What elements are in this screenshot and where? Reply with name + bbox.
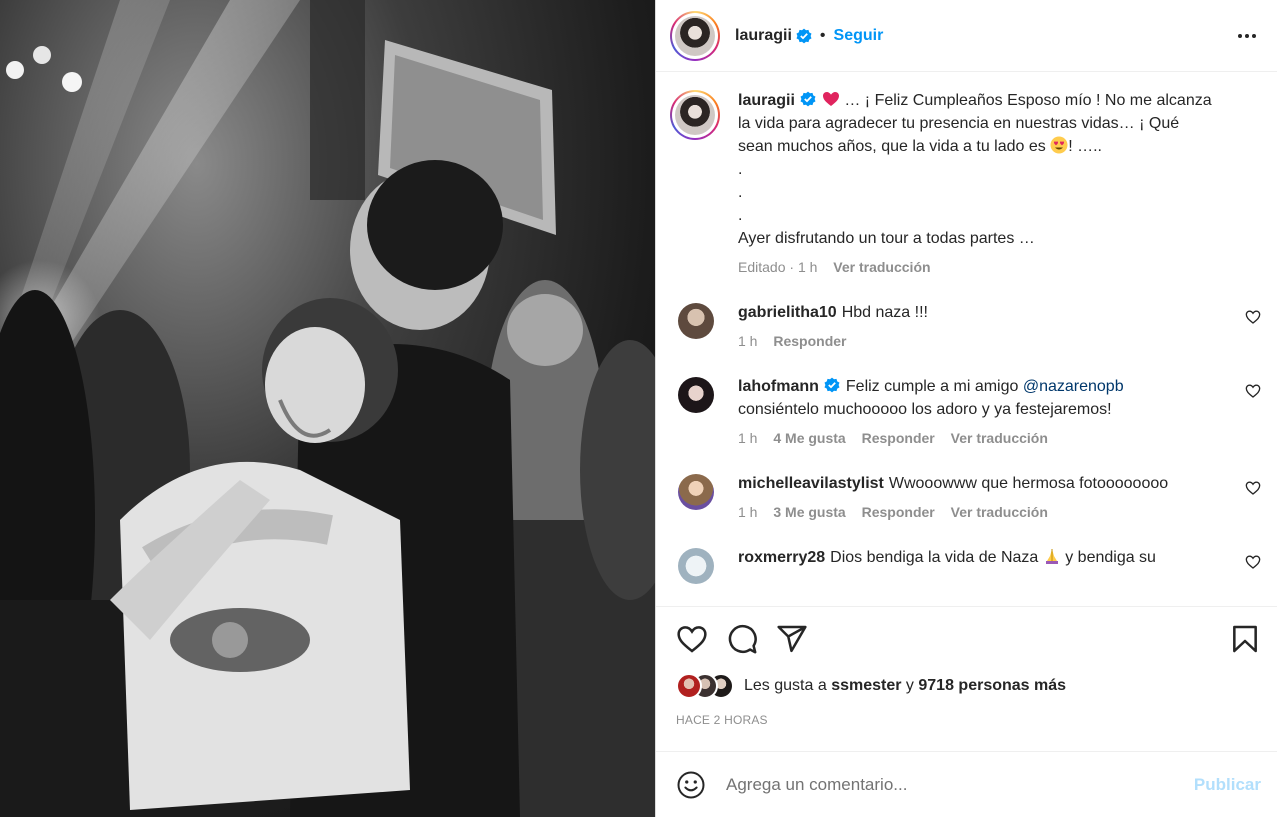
mention-link[interactable]: @nazarenopb: [1023, 378, 1124, 395]
praying-hands-emoji-icon: [1045, 549, 1058, 564]
comment-row: roxmerry28 Dios bendiga la vida de Naza y…: [670, 546, 1261, 596]
comment-text: Dios bendiga la vida de Naza: [830, 549, 1039, 566]
verified-badge-icon: [800, 91, 816, 107]
likes-prefix: Les gusta a: [744, 677, 827, 694]
comment-username[interactable]: lahofmann: [738, 378, 819, 395]
verified-badge-icon: [796, 28, 812, 43]
likes-summary: Les gusta a ssmester y 9718 personas más: [676, 673, 1261, 699]
comment-likes[interactable]: 3 Me gusta: [773, 504, 845, 520]
comment-time[interactable]: 1 h: [738, 504, 757, 520]
action-icons: [676, 619, 1261, 659]
like-comment-heart-icon[interactable]: [1245, 309, 1261, 325]
comment-text: Wwooowww que hermosa fotoooooooo: [888, 475, 1169, 492]
add-comment-bar: Publicar: [656, 751, 1277, 817]
caption-text-4: ! …..: [1068, 138, 1102, 155]
post-photo[interactable]: [0, 0, 655, 817]
post-side-panel: lauragii • Seguir lauragii … ¡ Feliz Cum…: [655, 0, 1277, 817]
reply-button[interactable]: Responder: [862, 504, 935, 520]
reply-button[interactable]: Responder: [773, 333, 846, 349]
caption-dot-1: .: [738, 161, 743, 178]
caption-avatar[interactable]: [670, 90, 720, 140]
caption-translate-button[interactable]: Ver traducción: [833, 259, 930, 275]
likes-and: y: [905, 677, 914, 694]
comment-text-continued: consiéntelo muchooooo los adoro y ya fes…: [738, 401, 1112, 418]
reply-button[interactable]: Responder: [862, 430, 935, 446]
caption-meta: Editado · 1 h Ver traducción: [738, 256, 1261, 279]
caption-dot-2: .: [738, 184, 743, 201]
emoji-picker-icon[interactable]: [676, 770, 706, 800]
caption-time[interactable]: 1 h: [798, 259, 817, 275]
comment-username[interactable]: michelleavilastylist: [738, 475, 884, 492]
comment-row: michelleavilastylist Wwooowww que hermosa…: [670, 472, 1261, 524]
like-comment-heart-icon[interactable]: [1245, 554, 1261, 570]
likes-user-link[interactable]: ssmester: [831, 677, 901, 695]
commenter-avatar[interactable]: [678, 548, 714, 584]
commenter-avatar[interactable]: [678, 474, 714, 510]
commenter-avatar[interactable]: [678, 377, 714, 413]
commenter-avatar[interactable]: [678, 303, 714, 339]
heart-eyes-emoji-icon: [1050, 136, 1068, 154]
save-bookmark-icon[interactable]: [1229, 623, 1261, 655]
translate-button[interactable]: Ver traducción: [951, 504, 1048, 520]
comment-username[interactable]: roxmerry28: [738, 549, 825, 566]
post-time-ago[interactable]: HACE 2 HORAS: [676, 713, 1261, 727]
like-heart-icon[interactable]: [676, 623, 708, 655]
verified-badge-icon: [824, 377, 840, 393]
author-avatar[interactable]: [670, 10, 720, 61]
translate-button[interactable]: Ver traducción: [951, 430, 1048, 446]
post-actions: Les gusta a ssmester y 9718 personas más…: [656, 606, 1277, 751]
comment-text-continued: y bendiga su: [1065, 549, 1156, 566]
more-options-icon[interactable]: [1233, 26, 1261, 46]
meta-separator: ·: [789, 259, 795, 275]
publish-button[interactable]: Publicar: [1194, 775, 1261, 795]
comment-text: Hbd naza !!!: [841, 304, 928, 321]
concert-couple-image: [0, 0, 655, 817]
caption-dot-3: .: [738, 207, 743, 224]
comment-text: Feliz cumple a mi amigo: [845, 378, 1019, 395]
share-paper-plane-icon[interactable]: [776, 623, 808, 655]
post-header: lauragii • Seguir: [656, 0, 1277, 72]
comment-time[interactable]: 1 h: [738, 430, 757, 446]
caption-text-2: la vida para agradecer tu presencia en n…: [738, 115, 1180, 132]
liker-avatars[interactable]: [676, 673, 734, 699]
comment-likes[interactable]: 4 Me gusta: [773, 430, 845, 446]
caption-username[interactable]: lauragii: [738, 92, 795, 109]
caption-text-5: Ayer disfrutando un tour a todas partes …: [738, 230, 1035, 247]
comments-list[interactable]: lauragii … ¡ Feliz Cumpleaños Esposo mío…: [656, 72, 1277, 606]
follow-button[interactable]: Seguir: [834, 27, 884, 45]
edited-label: Editado: [738, 259, 786, 275]
comment-row: gabrielitha10 Hbd naza !!! 1 h Responder: [670, 301, 1261, 353]
comment-input[interactable]: [726, 774, 1194, 795]
author-username[interactable]: lauragii: [735, 27, 792, 45]
comment-row: lahofmann Feliz cumple a mi amigo @nazare…: [670, 375, 1261, 450]
comment-time[interactable]: 1 h: [738, 333, 757, 349]
instagram-post-modal: lauragii • Seguir lauragii … ¡ Feliz Cum…: [0, 0, 1277, 817]
like-comment-heart-icon[interactable]: [1245, 480, 1261, 496]
comment-bubble-icon[interactable]: [726, 623, 758, 655]
red-heart-emoji-icon: [822, 92, 839, 106]
likes-count-link[interactable]: 9718 personas más: [918, 677, 1066, 695]
separator-dot: •: [819, 26, 826, 44]
caption-text-3: sean muchos años, que la vida a tu lado …: [738, 138, 1046, 155]
like-comment-heart-icon[interactable]: [1245, 383, 1261, 399]
comment-username[interactable]: gabrielitha10: [738, 304, 837, 321]
post-caption: lauragii … ¡ Feliz Cumpleaños Esposo mío…: [670, 90, 1261, 279]
caption-text-1: … ¡ Feliz Cumpleaños Esposo mío ! No me …: [844, 92, 1212, 109]
